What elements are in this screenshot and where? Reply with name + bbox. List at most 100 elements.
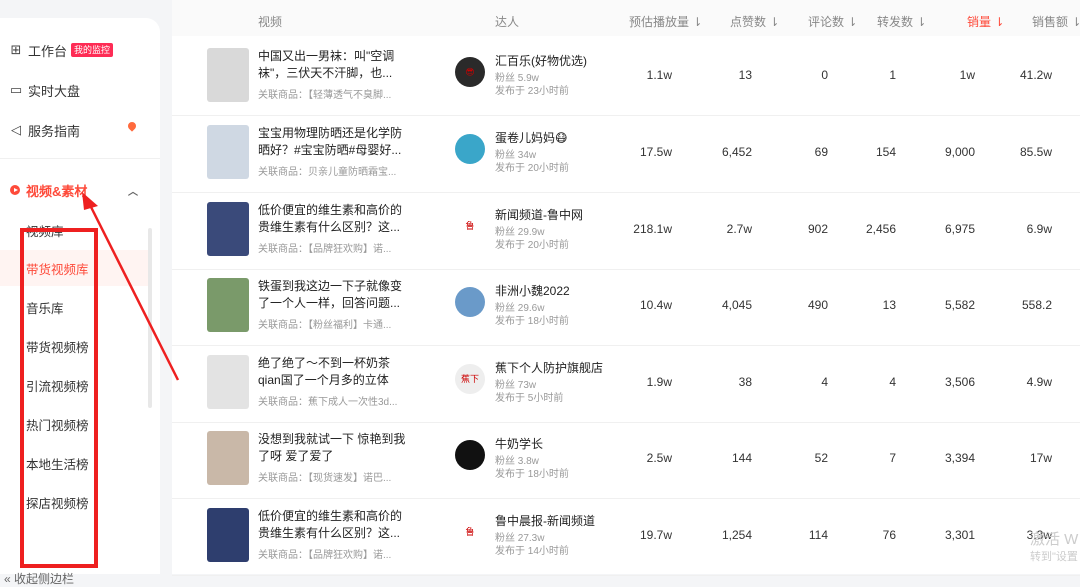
related-product[interactable]: 关联商品：贝亲儿童防晒霜宝... [258, 163, 408, 178]
sort-icon: ⇂ [916, 15, 927, 29]
table-row[interactable]: 绝了绝了～不到一杯奶茶qian国了一个月多的立体口... 关联商品：蕉下成人一次性… [172, 345, 1080, 423]
related-product-name: 【品牌狂欢购】诺... [308, 244, 392, 255]
header-sales[interactable]: 销量 ⇂ [967, 13, 1004, 30]
cell-comments: 490 [807, 298, 828, 312]
header-author: 达人 [495, 15, 520, 29]
location-pin-icon [126, 120, 138, 132]
avatar[interactable] [455, 440, 485, 470]
related-product[interactable]: 关联商品：蕉下成人一次性3d... [258, 393, 408, 408]
nav-workbench[interactable]: ⊞ 工作台 我的监控 [0, 32, 160, 68]
author-name[interactable]: 新闻频道-鲁中网 [495, 206, 583, 223]
avatar[interactable]: 鲁 [455, 517, 485, 547]
sub-item-6[interactable]: 本地生活榜 [0, 445, 150, 481]
post-time: 发布于 18小时前 [495, 316, 569, 327]
sidebar-scrollbar[interactable] [148, 228, 152, 408]
table-header: 视频 达人 预估播放量 ⇂ 点赞数 ⇂ 评论数 ⇂ 转发数 ⇂ 销量 ⇂ 销售额… [172, 0, 1080, 36]
cell-sales: 6,975 [944, 222, 975, 236]
related-product[interactable]: 关联商品：【品牌狂欢购】诺... [258, 240, 408, 255]
video-title[interactable]: 铁蛋到我这边一下子就像变了一个人一样，回答问题... [258, 278, 408, 312]
header-revenue[interactable]: 销售额 ⇂ [1032, 13, 1080, 30]
video-title[interactable]: 没想到我就试一下 惊艳到我了呀 爱了爱了 [258, 431, 408, 465]
header-comments[interactable]: 评论数 ⇂ [808, 13, 857, 30]
related-product[interactable]: 关联商品：【现货速发】诺巴... [258, 469, 408, 484]
video-thumbnail[interactable] [207, 125, 249, 179]
activation-watermark-sub: 转到"设置 [1030, 551, 1078, 563]
table-row[interactable]: 宝宝用物理防晒还是化学防晒好？#宝宝防晒#母婴好... 关联商品：贝亲儿童防晒霜宝… [172, 115, 1080, 193]
header-revenue-label: 销售额 [1032, 15, 1069, 29]
sort-icon: ⇂ [1071, 15, 1080, 29]
nav-video-material-label: 视频&素材 [26, 183, 88, 199]
header-plays[interactable]: 预估播放量 ⇂ [629, 13, 702, 30]
related-product[interactable]: 关联商品：【品牌狂欢购】诺... [258, 546, 408, 561]
video-thumbnail[interactable] [207, 278, 249, 332]
avatar[interactable]: 蕉下 [455, 364, 485, 394]
sub-item-4[interactable]: 引流视频榜 [0, 367, 150, 403]
cell-sales: 3,394 [944, 451, 975, 465]
nav-dashboard[interactable]: ▭ 实时大盘 [0, 72, 160, 108]
video-thumbnail[interactable] [207, 508, 249, 562]
cell-shares: 7 [889, 451, 896, 465]
header-comments-label: 评论数 [808, 15, 845, 29]
sidebar: ⊞ 工作台 我的监控 ▭ 实时大盘 ◁ 服务指南 视频&素材 ︿ 视频库 带货视… [0, 18, 160, 586]
video-thumbnail[interactable] [207, 431, 249, 485]
related-product[interactable]: 关联商品：【轻薄透气不臭脚... [258, 86, 408, 101]
header-shares-label: 转发数 [877, 15, 914, 29]
collapse-sidebar-label: 收起侧边栏 [14, 572, 75, 586]
my-monitor-badge[interactable]: 我的监控 [71, 43, 114, 57]
author-name[interactable]: 鲁中晨报-新闻频道 [495, 512, 595, 529]
author-name[interactable]: 非洲小魏2022 [495, 282, 570, 299]
cell-plays: 218.1w [633, 222, 672, 236]
cell-comments: 114 [808, 528, 828, 542]
nav-video-material[interactable]: 视频&素材 ︿ [0, 172, 160, 208]
cell-likes: 144 [731, 451, 752, 465]
avatar[interactable] [455, 287, 485, 317]
double-chevron-left-icon: « [4, 572, 11, 586]
sub-item-2[interactable]: 音乐库 [0, 289, 150, 325]
author-name[interactable]: 蛋卷儿妈妈😷 [495, 129, 568, 146]
video-title[interactable]: 中国又出一男袜：叫"空调袜"，三伏天不汗脚，也... [258, 48, 408, 82]
author-name[interactable]: 汇百乐(好物优选) [495, 52, 587, 69]
header-sales-label: 销量 [967, 15, 992, 29]
author-name[interactable]: 蕉下个人防护旗舰店 [495, 359, 603, 376]
nav-dashboard-label: 实时大盘 [28, 83, 81, 99]
header-likes[interactable]: 点赞数 ⇂ [730, 13, 779, 30]
avatar[interactable] [455, 134, 485, 164]
cell-revenue: 6.9w [1026, 222, 1052, 236]
collapse-sidebar[interactable]: « 收起侧边栏 [4, 570, 74, 587]
post-time: 发布于 5小时前 [495, 393, 564, 404]
video-title[interactable]: 低价便宜的维生素和高价的贵维生素有什么区别？这... [258, 202, 408, 236]
table-row[interactable]: 低价便宜的维生素和高价的贵维生素有什么区别？这... 关联商品：【品牌狂欢购】诺.… [172, 498, 1080, 576]
nav-guide[interactable]: ◁ 服务指南 [0, 112, 160, 148]
cell-comments: 0 [821, 68, 828, 82]
sub-item-7[interactable]: 探店视频榜 [0, 484, 150, 520]
author-name[interactable]: 牛奶学长 [495, 435, 543, 452]
cell-shares: 2,456 [865, 222, 896, 236]
avatar[interactable]: 鲁 [455, 211, 485, 241]
header-video: 视频 [258, 15, 283, 29]
header-shares[interactable]: 转发数 ⇂ [877, 13, 926, 30]
post-time: 发布于 20小时前 [495, 163, 569, 174]
video-title[interactable]: 宝宝用物理防晒还是化学防晒好？#宝宝防晒#母婴好... [258, 125, 408, 159]
avatar[interactable]: 😎 [455, 57, 485, 87]
table-row[interactable]: 低价便宜的维生素和高价的贵维生素有什么区别？这... 关联商品：【品牌狂欢购】诺.… [172, 192, 1080, 270]
video-title[interactable]: 低价便宜的维生素和高价的贵维生素有什么区别？这... [258, 508, 408, 542]
play-circle-icon [10, 185, 20, 195]
cell-comments: 4 [821, 375, 828, 389]
sub-item-0[interactable]: 视频库 [0, 212, 150, 248]
sub-item-1[interactable]: 带货视频库 [0, 250, 150, 286]
cell-sales: 5,582 [944, 298, 975, 312]
table-row[interactable]: 中国又出一男袜：叫"空调袜"，三伏天不汗脚，也... 关联商品：【轻薄透气不臭脚.… [172, 38, 1080, 116]
video-thumbnail[interactable] [207, 355, 249, 409]
table-row[interactable]: 没想到我就试一下 惊艳到我了呀 爱了爱了关联商品：【现货速发】诺巴... 牛奶学长… [172, 421, 1080, 499]
related-prefix: 关联商品： [258, 167, 308, 178]
video-thumbnail[interactable] [207, 48, 249, 102]
related-product[interactable]: 关联商品：【粉丝福利】卡通... [258, 316, 408, 331]
cell-likes: 1,254 [721, 528, 752, 542]
video-title[interactable]: 绝了绝了～不到一杯奶茶qian国了一个月多的立体口... [258, 355, 408, 389]
table-row[interactable]: 铁蛋到我这边一下子就像变了一个人一样，回答问题... 关联商品：【粉丝福利】卡通.… [172, 268, 1080, 346]
chevron-up-icon[interactable]: ︿ [128, 183, 138, 198]
sub-item-3[interactable]: 带货视频榜 [0, 328, 150, 364]
video-thumbnail[interactable] [207, 202, 249, 256]
related-product-name: 【轻薄透气不臭脚... [308, 90, 392, 101]
sub-item-5[interactable]: 热门视频榜 [0, 406, 150, 442]
